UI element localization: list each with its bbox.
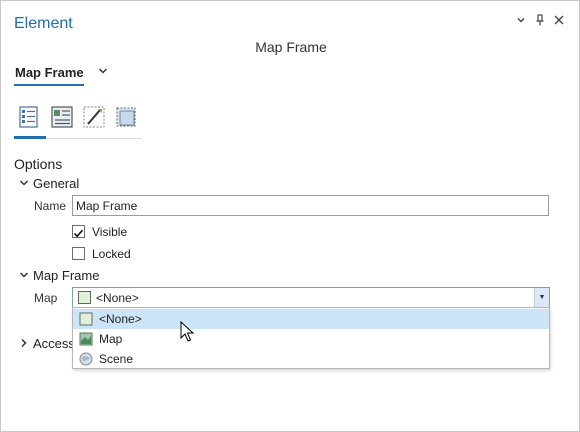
none-map-icon bbox=[79, 312, 93, 326]
display-icon bbox=[83, 106, 105, 128]
placement-tab[interactable] bbox=[50, 105, 76, 131]
frame-icon bbox=[116, 107, 136, 127]
locked-label: Locked bbox=[92, 247, 131, 261]
pane-title: Element bbox=[14, 15, 73, 32]
visible-checkbox[interactable] bbox=[72, 225, 85, 238]
dropdown-option-label: <None> bbox=[99, 312, 142, 326]
placement-icon bbox=[51, 106, 73, 128]
none-map-icon bbox=[78, 291, 91, 304]
element-pane: Element Map Frame Map Frame Options Gene… bbox=[0, 0, 580, 432]
chevron-down-icon[interactable] bbox=[513, 14, 529, 29]
locked-checkbox[interactable] bbox=[72, 247, 85, 260]
element-selector-underline bbox=[14, 84, 84, 86]
options-tab[interactable] bbox=[17, 105, 43, 131]
checkmark-icon bbox=[73, 229, 84, 238]
element-selector-chevron-icon[interactable] bbox=[97, 65, 109, 80]
map-combobox-value: <None> bbox=[96, 291, 139, 305]
pin-icon[interactable] bbox=[532, 14, 548, 29]
chevron-down-icon bbox=[19, 270, 33, 283]
frame-tab[interactable] bbox=[114, 105, 140, 131]
general-group-header[interactable]: General bbox=[19, 176, 79, 191]
access-group-label: Access bbox=[33, 336, 75, 351]
element-selector-value[interactable]: Map Frame bbox=[15, 65, 84, 80]
general-group-label: General bbox=[33, 176, 80, 191]
options-icon bbox=[19, 106, 38, 128]
combo-arrow-icon[interactable]: ▼ bbox=[534, 288, 549, 307]
map-frame-group-header[interactable]: Map Frame bbox=[19, 268, 99, 283]
close-icon[interactable] bbox=[551, 14, 567, 29]
map-label: Map bbox=[34, 291, 58, 305]
active-tab-indicator bbox=[14, 136, 46, 139]
scene-globe-icon bbox=[79, 352, 93, 366]
chevron-down-icon bbox=[19, 178, 33, 191]
map-icon bbox=[79, 332, 93, 346]
name-label: Name bbox=[34, 199, 67, 213]
element-type-title: Map Frame bbox=[255, 39, 327, 55]
access-group-header[interactable]: Access bbox=[19, 336, 75, 351]
dropdown-option-label: Scene bbox=[99, 352, 134, 366]
map-frame-group-label: Map Frame bbox=[33, 268, 100, 283]
dropdown-option-map[interactable]: Map bbox=[73, 329, 549, 349]
visible-label: Visible bbox=[92, 225, 128, 239]
dropdown-option-none[interactable]: <None> bbox=[73, 309, 549, 342]
map-combobox[interactable]: <None> ▼ bbox=[72, 287, 550, 308]
display-tab[interactable] bbox=[82, 105, 108, 131]
chevron-right-icon bbox=[19, 338, 33, 351]
dropdown-option-label: Map bbox=[99, 332, 123, 346]
name-input[interactable]: Map Frame bbox=[72, 195, 549, 216]
options-section-title: Options bbox=[14, 156, 63, 172]
map-dropdown-list: <None> Map Scene bbox=[72, 307, 550, 369]
dropdown-option-scene[interactable]: Scene bbox=[73, 349, 549, 369]
